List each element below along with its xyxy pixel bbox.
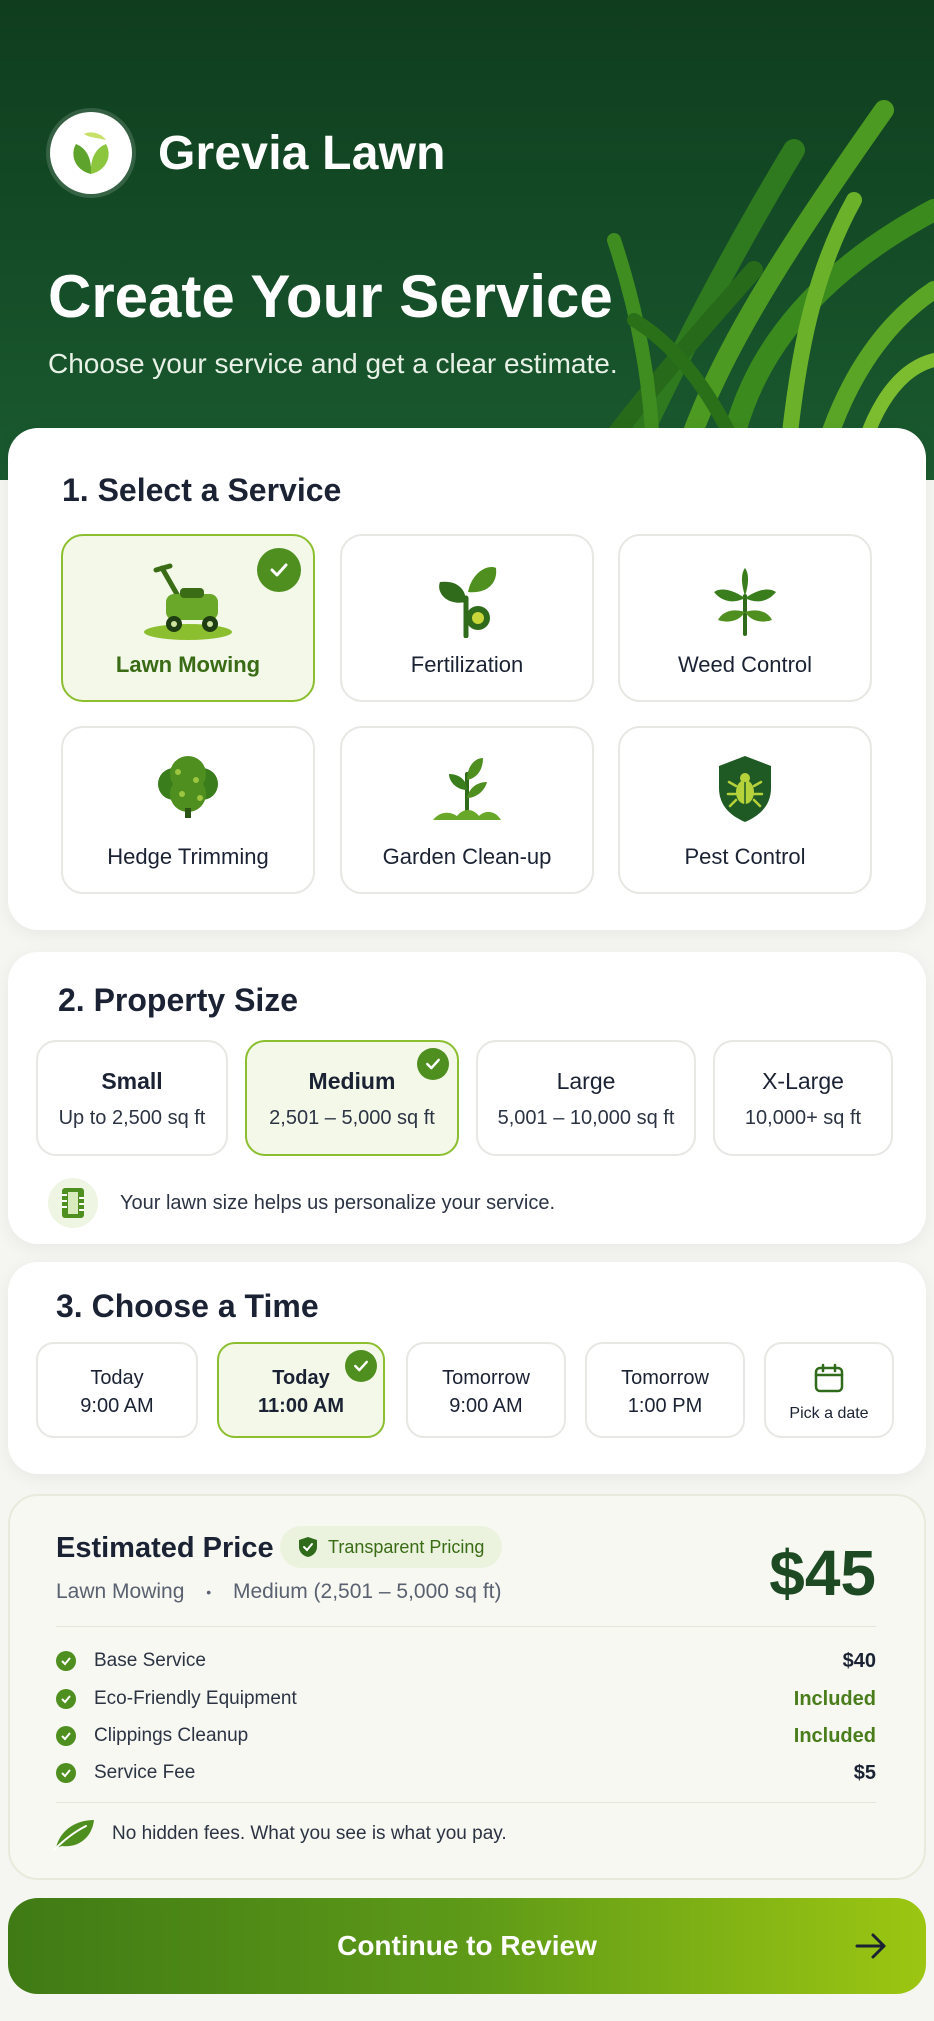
cta-label: Continue to Review	[337, 1930, 597, 1961]
divider	[56, 1626, 876, 1627]
price-line: Eco-Friendly Equipment Included	[56, 1684, 876, 1714]
continue-to-review-button[interactable]: Continue to Review	[8, 1898, 926, 1994]
price-line-value: $5	[853, 1761, 876, 1784]
estimate-service: Lawn Mowing	[56, 1580, 185, 1603]
pick-date-label: Pick a date	[789, 1405, 869, 1422]
check-circle-icon	[56, 1651, 76, 1671]
service-label: Lawn Mowing	[115, 652, 261, 677]
time-hour: 9:00 AM	[449, 1395, 523, 1417]
estimate-size: Medium (2,501 – 5,000 sq ft)	[233, 1580, 502, 1603]
price-line-name: Base Service	[94, 1650, 206, 1671]
service-card-lawn-mowing[interactable]: Lawn Mowing	[61, 534, 315, 702]
selected-check-icon	[345, 1350, 377, 1382]
size-option-xlarge[interactable]: X-Large 10,000+ sq ft	[713, 1040, 893, 1156]
no-hidden-fees-note: No hidden fees. What you see is what you…	[50, 1816, 507, 1852]
hint-text: Your lawn size helps us personalize your…	[120, 1191, 556, 1214]
ruler-icon	[48, 1178, 98, 1228]
service-label: Hedge Trimming	[107, 844, 269, 869]
time-day: Today	[90, 1367, 144, 1389]
service-card-hedge-trimming[interactable]: Hedge Trimming	[61, 726, 315, 894]
time-slot-selected[interactable]: Today 11:00 AM	[217, 1342, 385, 1438]
size-desc: Up to 2,500 sq ft	[58, 1107, 206, 1129]
section-title-service: 1. Select a Service	[62, 472, 342, 508]
size-option-medium[interactable]: Medium 2,501 – 5,000 sq ft	[245, 1040, 459, 1156]
hedge-icon	[152, 754, 224, 823]
size-desc: 2,501 – 5,000 sq ft	[269, 1107, 435, 1129]
estimated-total: $45	[769, 1537, 876, 1609]
time-slot[interactable]: Tomorrow 1:00 PM	[585, 1342, 745, 1438]
size-name: Large	[556, 1068, 616, 1094]
time-hour: 11:00 AM	[258, 1395, 344, 1417]
size-desc: 5,001 – 10,000 sq ft	[497, 1107, 675, 1129]
shield-check-icon	[299, 1537, 317, 1557]
price-line-value: Included	[793, 1724, 876, 1747]
time-day: Tomorrow	[442, 1367, 530, 1389]
size-name: X-Large	[762, 1068, 844, 1094]
summary-separator: •	[206, 1584, 212, 1601]
price-line-name: Service Fee	[94, 1762, 196, 1783]
section-title-property: 2. Property Size	[58, 982, 299, 1018]
service-label: Garden Clean-up	[382, 844, 552, 869]
estimate-title: Estimated Price	[56, 1532, 274, 1564]
page-subtitle: Choose your service and get a clear esti…	[48, 348, 618, 379]
size-name: Small	[101, 1068, 163, 1094]
pick-date-button[interactable]: Pick a date	[764, 1342, 894, 1438]
service-card-garden-cleanup[interactable]: Garden Clean-up	[340, 726, 594, 894]
service-label: Fertilization	[410, 652, 524, 677]
time-hour: 9:00 AM	[80, 1395, 154, 1417]
check-circle-icon	[56, 1763, 76, 1783]
pest-shield-icon	[715, 754, 775, 829]
leaf-logo-icon	[50, 112, 132, 194]
estimate-summary: Lawn Mowing • Medium (2,501 – 5,000 sq f…	[56, 1580, 501, 1604]
size-option-small[interactable]: Small Up to 2,500 sq ft	[36, 1040, 228, 1156]
check-circle-icon	[56, 1689, 76, 1709]
estimate-card: Estimated Price Transparent Pricing Lawn…	[8, 1494, 926, 1880]
price-line: Service Fee $5	[56, 1758, 876, 1788]
service-card-weed-control[interactable]: Weed Control	[618, 534, 872, 702]
property-hint: Your lawn size helps us personalize your…	[48, 1178, 555, 1228]
service-label: Pest Control	[684, 844, 806, 869]
selected-check-icon	[417, 1048, 449, 1080]
service-card-pest-control[interactable]: Pest Control	[618, 726, 872, 894]
footnote-text: No hidden fees. What you see is what you…	[112, 1823, 507, 1844]
price-line-value: Included	[793, 1687, 876, 1710]
time-day: Tomorrow	[621, 1367, 709, 1389]
selected-check-icon	[257, 548, 301, 592]
time-slot[interactable]: Today 9:00 AM	[36, 1342, 198, 1438]
transparent-pricing-badge: Transparent Pricing	[280, 1526, 503, 1568]
price-line-value: $40	[842, 1649, 876, 1672]
price-line: Clippings Cleanup Included	[56, 1721, 876, 1751]
garden-sprout-icon	[431, 754, 503, 829]
hero-banner: Grevia Lawn Create Your Service Choose y…	[0, 0, 934, 480]
time-slot[interactable]: Tomorrow 9:00 AM	[406, 1342, 566, 1438]
calendar-icon	[766, 1362, 892, 1396]
badge-label: Transparent Pricing	[328, 1536, 485, 1557]
price-line-name: Clippings Cleanup	[94, 1725, 249, 1746]
service-card-fertilization[interactable]: Fertilization	[340, 534, 594, 702]
time-hour: 1:00 PM	[627, 1395, 703, 1417]
check-circle-icon	[56, 1726, 76, 1746]
section-title-time: 3. Choose a Time	[56, 1288, 319, 1324]
page-title: Create Your Service	[48, 263, 613, 330]
size-desc: 10,000+ sq ft	[744, 1107, 862, 1129]
lawn-mower-icon	[142, 562, 234, 647]
divider	[56, 1802, 876, 1803]
brand: Grevia Lawn	[50, 112, 446, 194]
service-label: Weed Control	[677, 652, 813, 677]
price-line-name: Eco-Friendly Equipment	[94, 1688, 297, 1709]
leaf-icon	[53, 1820, 94, 1851]
brand-name: Grevia Lawn	[158, 126, 446, 180]
price-line: Base Service $40	[56, 1646, 876, 1676]
service-section: 1. Select a Service Lawn Mowing Fertiliz…	[8, 428, 926, 930]
fertilizer-sprout-icon	[432, 562, 502, 643]
weed-icon	[712, 566, 778, 641]
size-option-large[interactable]: Large 5,001 – 10,000 sq ft	[476, 1040, 696, 1156]
arrow-right-icon	[855, 1933, 886, 1959]
